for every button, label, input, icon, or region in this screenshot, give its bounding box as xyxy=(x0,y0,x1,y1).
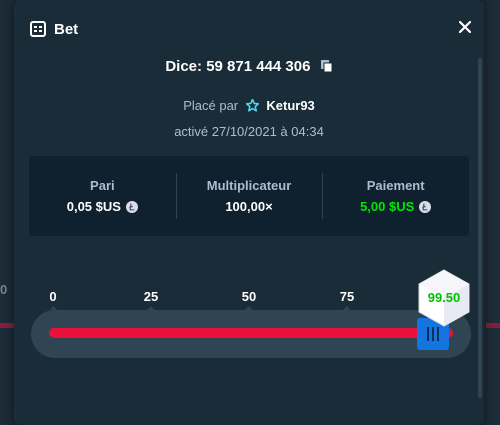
slider-ticks: 0 25 50 75 xyxy=(14,289,484,310)
stat-payout: Paiement 5,00 $US xyxy=(322,156,469,236)
stat-multiplier-label: Multiplicateur xyxy=(206,178,292,193)
bet-modal: Bet Dice: 59 871 444 306 Placé par Ketur… xyxy=(14,0,484,425)
litecoin-icon xyxy=(419,200,432,213)
modal-title: Bet xyxy=(54,20,79,38)
username-link[interactable]: Ketur93 xyxy=(266,98,314,113)
slider-track[interactable] xyxy=(49,328,453,338)
placed-by-label: Placé par xyxy=(183,98,239,113)
result-value: 99.50 xyxy=(427,290,461,305)
copy-icon[interactable] xyxy=(320,60,333,73)
background-slider-track xyxy=(486,323,500,328)
bet-date: activé 27/10/2021 à 04:34 xyxy=(174,124,324,139)
result-dice: 99.50 xyxy=(416,268,472,328)
slider-tick: 75 xyxy=(339,289,355,310)
stat-bet-label: Pari xyxy=(90,178,115,193)
background-panel-right xyxy=(482,0,500,425)
stat-multiplier: Multiplicateur 100,00× xyxy=(175,156,323,236)
close-icon[interactable] xyxy=(456,18,474,36)
grip-line xyxy=(432,327,434,341)
bet-id: Dice: 59 871 444 306 xyxy=(14,58,484,75)
slider-tick: 0 xyxy=(48,289,58,310)
stat-bet-amount: 0,05 $US xyxy=(66,199,121,214)
background-tick-label: 0 xyxy=(0,282,8,297)
stat-bet-value: 0,05 $US xyxy=(67,199,138,214)
vip-star-icon xyxy=(245,99,259,112)
stat-payout-label: Paiement xyxy=(366,178,425,193)
stat-payout-value: 5,00 $US xyxy=(360,199,432,214)
stat-bet: Pari 0,05 $US xyxy=(29,156,176,236)
bet-icon xyxy=(30,21,46,37)
modal-header: Bet xyxy=(30,17,78,41)
litecoin-icon xyxy=(125,200,138,213)
bet-stats-panel: Pari 0,05 $US Multiplicateur 100,00× Pai… xyxy=(29,156,469,236)
stat-multiplier-value: 100,00× xyxy=(225,199,273,214)
stat-payout-amount: 5,00 $US xyxy=(360,199,415,214)
placed-by: Placé par Ketur93 xyxy=(14,98,484,113)
bet-id-text: Dice: 59 871 444 306 xyxy=(165,58,311,75)
slider-tick: 50 xyxy=(241,289,257,310)
grip-line xyxy=(427,327,429,341)
grip-line xyxy=(437,327,439,341)
slider-tick: 25 xyxy=(143,289,159,310)
